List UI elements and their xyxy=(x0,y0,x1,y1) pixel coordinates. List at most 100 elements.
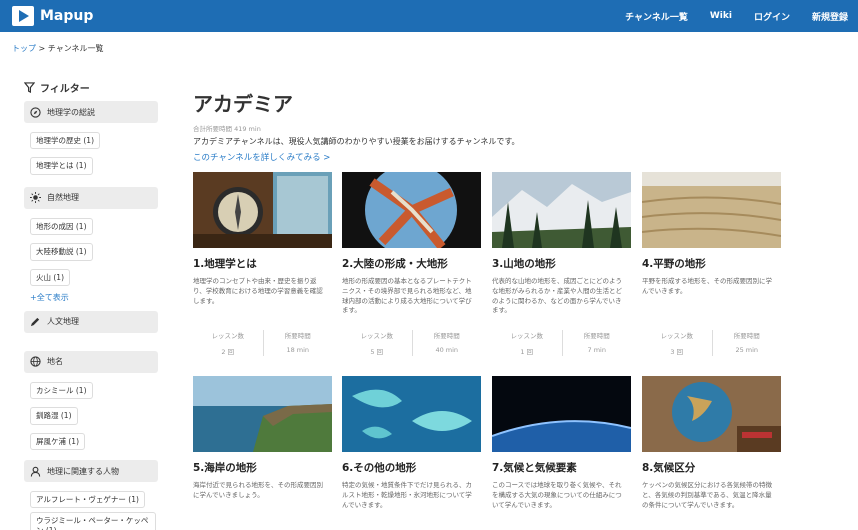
filter-chip[interactable]: ウラジミール・ペーター・ケッペン (1) xyxy=(30,512,156,530)
filter-heading: フィルター xyxy=(24,80,158,95)
nav-login[interactable]: ログイン xyxy=(754,10,790,23)
breadcrumb-current: チャンネル一覧 xyxy=(47,44,104,53)
course-title: 6.その他の地形 xyxy=(342,462,417,474)
lesson-count-label: レッスン数 xyxy=(360,332,394,340)
lesson-count-label: レッスン数 xyxy=(211,332,245,340)
category-human-geography[interactable]: 人文地理 xyxy=(24,310,158,333)
course-title: 8.気候区分 xyxy=(642,462,696,474)
course-thumbnail xyxy=(342,172,481,248)
course-description: 海岸付近で見られる地形を、その形成要因別に学んでいきましょう。 xyxy=(193,481,323,499)
channel-header: アカデミア 合計所要時間 419 min アカデミアチャンネルは、現役人気講師の… xyxy=(193,88,793,163)
course-stats: レッスン数 3 回 所要時間 25 min xyxy=(642,330,781,356)
required-time-value: 25 min xyxy=(735,346,759,354)
course-thumbnail xyxy=(492,172,631,248)
course-thumbnail xyxy=(342,376,481,452)
filter-chip[interactable]: カシミール (1) xyxy=(30,381,93,400)
filter-chip[interactable]: 地理学の歴史 (1) xyxy=(30,132,101,150)
sun-icon xyxy=(30,192,41,204)
filter-chip[interactable]: 地理学とは (1) xyxy=(30,157,93,175)
category-label: 地理学の総説 xyxy=(47,107,95,117)
course-thumbnail xyxy=(642,172,781,248)
logo[interactable]: Mapup xyxy=(12,6,93,26)
required-time-value: 7 min xyxy=(587,346,606,354)
course-title: 5.海岸の地形 xyxy=(193,462,257,474)
breadcrumb-home[interactable]: トップ xyxy=(12,44,36,53)
nav-signup[interactable]: 新規登録 xyxy=(812,10,848,23)
person-icon xyxy=(30,466,41,477)
required-time: 所要時間 40 min xyxy=(411,330,482,356)
filter-title: フィルター xyxy=(40,84,90,95)
lesson-count: レッスン数 1 回 xyxy=(492,330,562,356)
course-card[interactable]: 4.平野の地形 平野を形成する地形を、その形成要因別に学んでいきます。 レッスン… xyxy=(642,172,781,356)
lesson-count-value: 5 回 xyxy=(370,348,384,356)
breadcrumb: トップ > チャンネル一覧 xyxy=(12,43,104,54)
required-time-label: 所要時間 xyxy=(433,332,460,340)
required-time: 所要時間 18 min xyxy=(262,330,333,356)
filter-icon xyxy=(24,82,35,93)
required-time-label: 所要時間 xyxy=(284,332,311,340)
course-card[interactable]: 8.気候区分 ケッペンの気候区分における各気候帯の特徴と、各気候の判別基準である… xyxy=(642,376,781,523)
filter-chip[interactable]: 大陸移動説 (1) xyxy=(30,243,93,261)
course-description: ケッペンの気候区分における各気候帯の特徴と、各気候の判別基準である、気温と降水量… xyxy=(642,481,772,509)
course-description: このコースでは地球を取り巻く気候や、それを構成する大気の現象についての仕組みにつ… xyxy=(492,481,622,509)
lesson-count-label: レッスン数 xyxy=(510,332,544,340)
required-time-value: 40 min xyxy=(435,346,459,354)
logo-icon xyxy=(12,6,34,26)
course-thumbnail xyxy=(193,172,332,248)
course-card[interactable]: 5.海岸の地形 海岸付近で見られる地形を、その形成要因別に学んでいきましょう。 xyxy=(193,376,332,523)
category-related-people[interactable]: 地理に関連する人物 xyxy=(24,460,158,482)
category-label: 地名 xyxy=(47,357,63,367)
course-stats: レッスン数 1 回 所要時間 7 min xyxy=(492,330,631,356)
filter-chip[interactable]: アルフレート・ヴェゲナー (1) xyxy=(30,491,145,509)
course-title: 7.気候と気候要素 xyxy=(492,462,577,474)
filter-chip[interactable]: 釧路湿 (1) xyxy=(30,407,78,425)
course-description: 特定の気候・地質条件下でだけ見られる、カルスト地形・乾燥地形・氷河地形について学… xyxy=(342,481,472,509)
lesson-count: レッスン数 5 回 xyxy=(342,330,412,356)
course-description: 代表的な山地の地形を、成因ごとにどのような地形がみられるか・産業や人間の生活とど… xyxy=(492,277,622,315)
course-card[interactable]: 3.山地の地形 代表的な山地の地形を、成因ごとにどのような地形がみられるか・産業… xyxy=(492,172,631,356)
course-thumbnail xyxy=(642,376,781,452)
required-time-label: 所要時間 xyxy=(583,332,610,340)
course-description: 地形の形成要因の基本となるプレートテクトニクス・その境界部で見られる地形など、地… xyxy=(342,277,472,315)
filter-chip[interactable]: 屏風ケ浦 (1) xyxy=(30,432,86,450)
category-physical-geography[interactable]: 自然地理 xyxy=(24,186,158,209)
required-time: 所要時間 7 min xyxy=(561,330,632,356)
course-title: 1.地理学とは xyxy=(193,258,257,270)
required-time-value: 18 min xyxy=(286,346,310,354)
category-place-names[interactable]: 地名 xyxy=(24,350,158,373)
compass-icon xyxy=(30,106,41,118)
category-label: 地理に関連する人物 xyxy=(47,466,119,476)
lesson-count-value: 1 回 xyxy=(520,348,534,356)
channel-detail-link[interactable]: このチャンネルを詳しくみてみる > xyxy=(193,151,793,163)
course-card[interactable]: 7.気候と気候要素 このコースでは地球を取り巻く気候や、それを構成する大気の現象… xyxy=(492,376,631,523)
lesson-count-value: 2 回 xyxy=(221,348,235,356)
course-title: 2.大陸の形成・大地形 xyxy=(342,258,448,270)
required-time-label: 所要時間 xyxy=(733,332,760,340)
filter-sidebar: フィルター 地理学の総説 地理学の歴史 (1) 地理学とは (1) 自然地理 地… xyxy=(24,80,158,530)
filter-chip[interactable]: 地形の成因 (1) xyxy=(30,217,93,236)
lesson-count-label: レッスン数 xyxy=(660,332,694,340)
pencil-icon xyxy=(30,318,40,327)
category-label: 人文地理 xyxy=(47,317,79,327)
total-time-label: 合計所要時間 xyxy=(193,125,232,133)
required-time: 所要時間 25 min xyxy=(711,330,782,356)
filter-chip[interactable]: 火山 (1) xyxy=(30,268,71,286)
brand-name: Mapup xyxy=(40,8,94,24)
total-time: 合計所要時間 419 min xyxy=(193,123,793,133)
course-card[interactable]: 6.その他の地形 特定の気候・地質条件下でだけ見られる、カルスト地形・乾燥地形・… xyxy=(342,376,481,523)
course-stats: レッスン数 5 回 所要時間 40 min xyxy=(342,330,481,356)
globe-icon xyxy=(30,356,41,368)
breadcrumb-separator: > xyxy=(36,44,48,53)
show-all-link[interactable]: +全て表示 xyxy=(30,292,158,303)
lesson-count: レッスン数 3 回 xyxy=(642,330,712,356)
course-title: 4.平野の地形 xyxy=(642,258,706,270)
category-general-geography[interactable]: 地理学の総説 xyxy=(24,101,158,123)
channel-title: アカデミア xyxy=(193,92,293,116)
course-stats: レッスン数 2 回 所要時間 18 min xyxy=(193,330,332,356)
nav-wiki[interactable]: Wiki xyxy=(710,11,732,21)
course-card[interactable]: 2.大陸の形成・大地形 地形の形成要因の基本となるプレートテクトニクス・その境界… xyxy=(342,172,481,356)
course-card[interactable]: 1.地理学とは 地理学のコンセプトや由来・歴史を振り返り、学校教育における地理の… xyxy=(193,172,332,356)
course-description: 平野を形成する地形を、その形成要因別に学んでいきます。 xyxy=(642,277,772,295)
nav-channel-list[interactable]: チャンネル一覧 xyxy=(625,10,688,23)
lesson-count: レッスン数 2 回 xyxy=(193,330,263,356)
